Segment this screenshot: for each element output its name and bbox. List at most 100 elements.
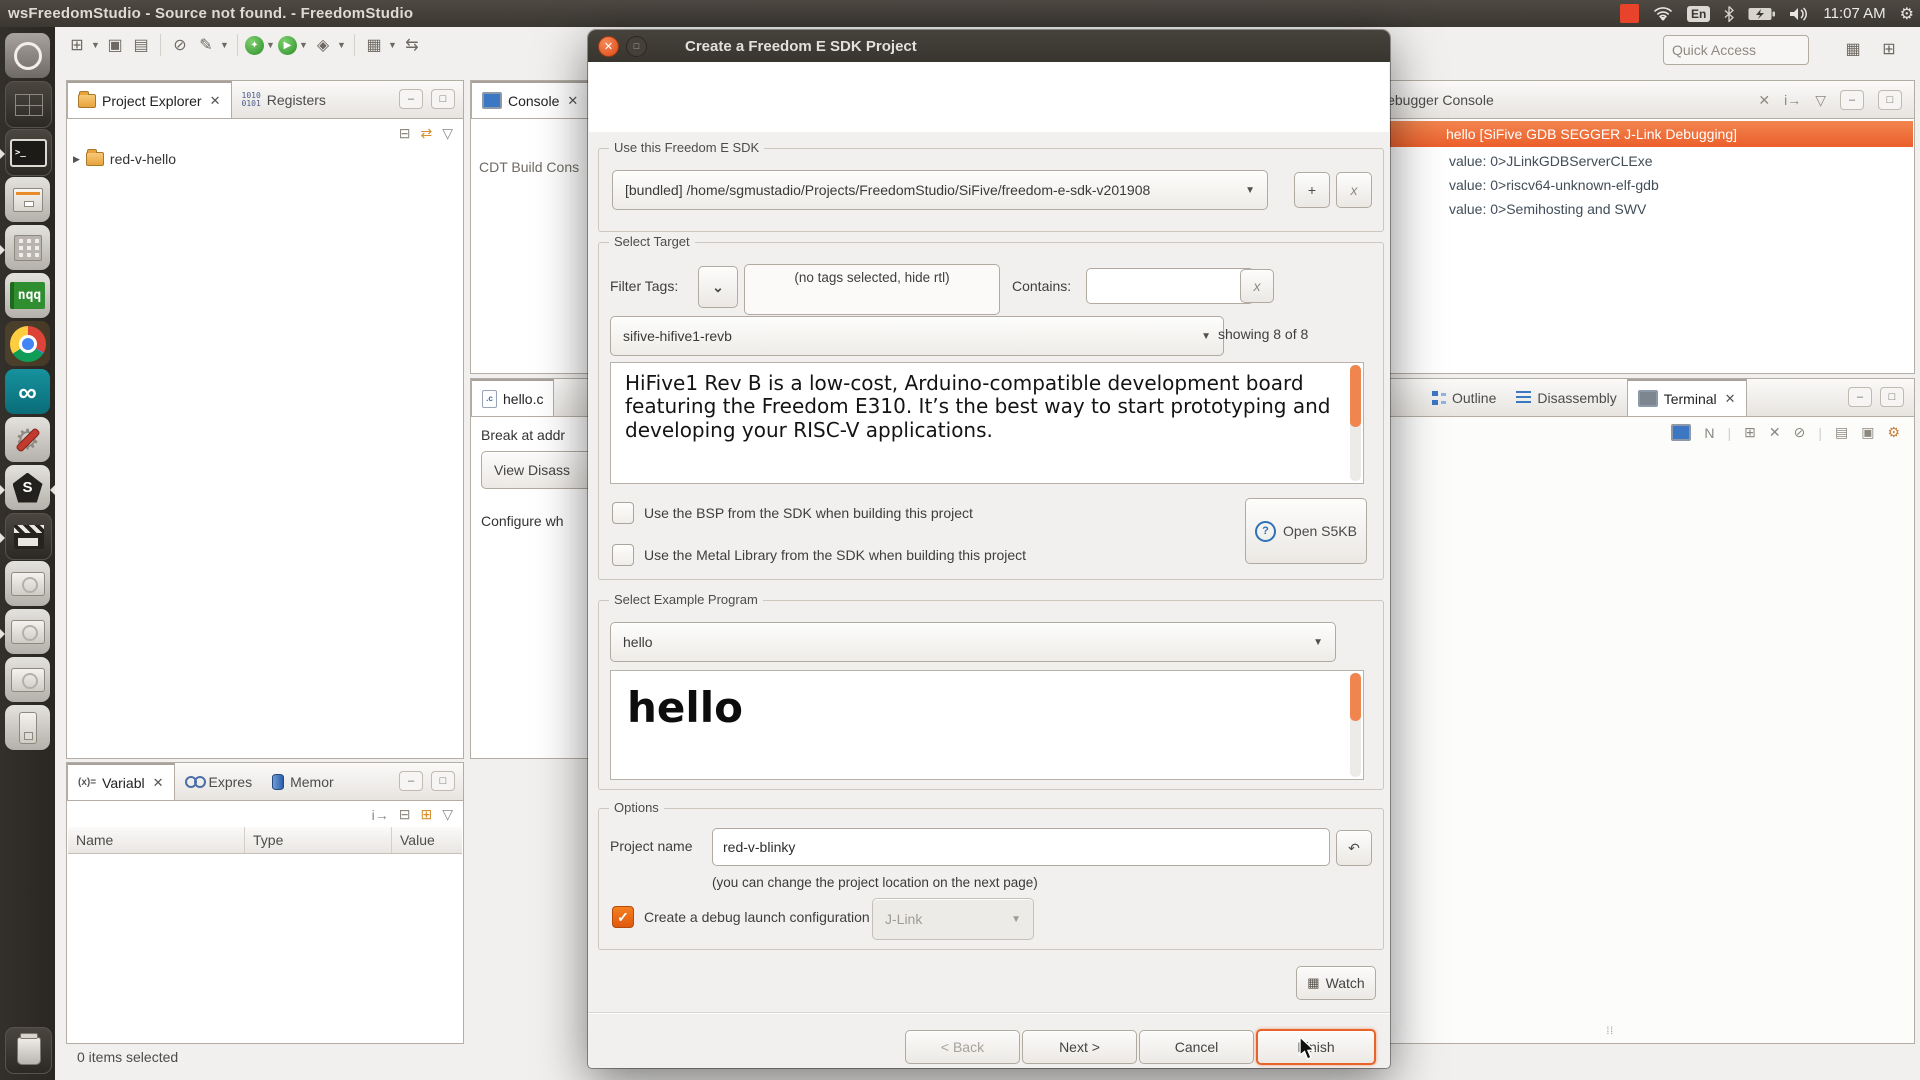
tab-console[interactable]: Console ✕ xyxy=(471,81,589,118)
minimize-icon[interactable]: – xyxy=(399,771,423,791)
battery-icon[interactable] xyxy=(1748,7,1775,21)
clock[interactable]: 11:07 AM xyxy=(1823,5,1885,22)
close-icon[interactable]: ✕ xyxy=(1725,391,1736,407)
tab-disassembly[interactable]: Disassembly xyxy=(1506,379,1626,416)
debug-icon[interactable]: ✦ xyxy=(245,36,264,55)
tab-expressions[interactable]: Expres xyxy=(175,763,263,800)
scrollbar-thumb[interactable] xyxy=(1350,673,1361,721)
launcher-hard-disk-3-icon[interactable] xyxy=(5,657,50,702)
tab-variables[interactable]: (x)= Variabl ✕ xyxy=(67,763,175,800)
watch-button[interactable]: ▦ Watch xyxy=(1296,966,1376,1000)
remove-all-icon[interactable]: ✕ xyxy=(1758,92,1770,109)
tree-expand-icon[interactable]: ▶ xyxy=(73,154,80,165)
close-icon[interactable]: ✕ xyxy=(153,775,164,791)
new-project-dropdown-icon[interactable]: ▼ xyxy=(388,40,398,50)
debug-launch-checkbox-label[interactable]: Create a debug launch configuration for xyxy=(644,909,890,925)
launcher-hard-disk-1-icon[interactable] xyxy=(5,561,50,606)
tab-project-explorer[interactable]: Project Explorer ✕ xyxy=(67,81,232,118)
new-terminal-view-icon[interactable]: ⊞ xyxy=(1744,424,1756,441)
launcher-calculator-icon[interactable] xyxy=(5,225,50,270)
run-dropdown-icon[interactable]: ▼ xyxy=(299,40,309,50)
column-value[interactable]: Value xyxy=(392,827,462,853)
launcher-trash-icon[interactable] xyxy=(5,1027,52,1074)
minimize-icon[interactable]: – xyxy=(399,89,423,109)
undo-project-name-button[interactable]: ↶ xyxy=(1336,830,1372,866)
cancel-button[interactable]: Cancel xyxy=(1139,1030,1254,1064)
launcher-usb-drive-icon[interactable] xyxy=(5,705,50,750)
view-menu-icon[interactable]: ▽ xyxy=(1815,92,1826,109)
tree-item-red-v-hello[interactable]: ▶ red-v-hello xyxy=(73,151,176,167)
minimize-icon[interactable]: – xyxy=(1840,90,1864,110)
add-watchpoint-icon[interactable]: ⊞ xyxy=(420,806,432,823)
launcher-tweak-tool-icon[interactable]: ⚙ xyxy=(5,417,50,462)
show-logical-icon[interactable]: i→ xyxy=(372,807,389,823)
volume-icon[interactable] xyxy=(1789,6,1809,22)
column-name[interactable]: Name xyxy=(68,827,245,853)
quick-access-box[interactable]: Quick Access xyxy=(1663,35,1809,65)
close-icon[interactable]: ✕ xyxy=(567,93,578,109)
next-button[interactable]: Next > xyxy=(1022,1030,1137,1064)
debug-row[interactable]: value: 0>Semihosting and SWV xyxy=(1449,197,1646,221)
swap-editor-icon[interactable]: ⇆ xyxy=(400,33,424,57)
launcher-arduino-icon[interactable]: ∞ xyxy=(5,369,50,414)
clear-sdk-button[interactable]: x xyxy=(1336,172,1372,208)
skip-breakpoints-icon[interactable]: ⊘ xyxy=(168,33,192,57)
session-gear-icon[interactable]: ⚙ xyxy=(1900,4,1914,24)
tab-outline[interactable]: Outline xyxy=(1422,379,1506,416)
launcher-freedom-studio-icon[interactable]: S xyxy=(5,465,50,510)
view-menu-icon[interactable]: ▽ xyxy=(442,125,453,142)
scrollbar-thumb[interactable] xyxy=(1350,365,1361,427)
perspective-icon[interactable]: ▦ xyxy=(1841,37,1865,61)
save-all-icon[interactable]: ▤ xyxy=(129,33,153,57)
collapse-all-icon[interactable]: ⊟ xyxy=(399,125,411,142)
maximize-icon[interactable]: □ xyxy=(1880,387,1904,407)
copy-icon[interactable]: ▤ xyxy=(1835,424,1848,441)
debug-row[interactable]: value: 0>riscv64-unknown-elf-gdb xyxy=(1449,173,1659,197)
example-scrollbar[interactable] xyxy=(1350,673,1361,777)
bluetooth-icon[interactable] xyxy=(1724,6,1734,22)
tab-registers[interactable]: 10100101 Registers xyxy=(232,81,336,118)
open-s5kb-button[interactable]: ? Open S5KB xyxy=(1245,498,1367,564)
collapse-all-icon[interactable]: ⊟ xyxy=(399,806,411,823)
link-editor-icon[interactable]: ⇄ xyxy=(420,125,432,142)
launcher-ubuntu-dash-icon[interactable] xyxy=(5,33,50,78)
column-type[interactable]: Type xyxy=(245,827,392,853)
run-icon[interactable]: ▶ xyxy=(278,36,297,55)
tab-terminal[interactable]: Terminal ✕ xyxy=(1627,379,1747,416)
description-scrollbar[interactable] xyxy=(1350,365,1361,481)
view-menu-icon[interactable]: ▽ xyxy=(442,806,453,823)
step-info-icon[interactable]: i→ xyxy=(1784,92,1801,108)
tab-hello-c[interactable]: .c hello.c xyxy=(471,379,554,416)
filter-tags-dropdown-button[interactable]: ⌄ xyxy=(698,266,738,308)
metal-library-checkbox[interactable] xyxy=(612,544,634,566)
back-button[interactable]: < Back xyxy=(905,1030,1020,1064)
resize-grip-dots[interactable]: ⁞⁞ xyxy=(1606,1026,1614,1037)
open-perspective-icon[interactable]: ⊞ xyxy=(1877,37,1901,61)
selected-tags-box[interactable]: (no tags selected, hide rtl) xyxy=(744,264,1000,315)
recording-indicator-icon[interactable] xyxy=(1620,4,1639,23)
maximize-icon[interactable]: □ xyxy=(431,89,455,109)
contains-input[interactable] xyxy=(1086,268,1254,304)
target-board-combo[interactable]: sifive-hifive1-revb ▼ xyxy=(610,316,1224,356)
keyboard-layout-indicator[interactable]: En xyxy=(1687,6,1710,22)
settings-icon[interactable]: ⚙ xyxy=(1887,424,1900,441)
add-sdk-button[interactable]: + xyxy=(1294,172,1330,208)
bsp-checkbox-label[interactable]: Use the BSP from the SDK when building t… xyxy=(644,505,973,521)
new-wizard-dropdown-icon[interactable]: ▼ xyxy=(91,40,101,50)
dialog-minimize-icon[interactable]: □ xyxy=(626,36,647,57)
wifi-icon[interactable] xyxy=(1653,6,1673,22)
edit-dropdown-icon[interactable]: ▼ xyxy=(220,40,230,50)
metal-library-checkbox-label[interactable]: Use the Metal Library from the SDK when … xyxy=(644,547,1026,563)
edit-icon[interactable]: ✎ xyxy=(194,33,218,57)
external-tools-dropdown-icon[interactable]: ▼ xyxy=(337,40,347,50)
launcher-terminal-icon[interactable]: >_ xyxy=(5,129,52,176)
new-wizard-icon[interactable]: ⊞ xyxy=(65,33,89,57)
debug-config-combo[interactable]: J-Link ▼ xyxy=(872,898,1034,940)
save-icon[interactable]: ▣ xyxy=(103,33,127,57)
project-name-input[interactable]: red-v-blinky xyxy=(712,828,1330,866)
tab-memory[interactable]: Memor xyxy=(262,763,344,800)
example-program-combo[interactable]: hello ▼ xyxy=(610,622,1336,662)
external-tools-icon[interactable]: ◈ xyxy=(311,33,335,57)
launcher-notepadqq-icon[interactable]: nqq xyxy=(5,273,50,318)
debug-dropdown-icon[interactable]: ▼ xyxy=(266,40,276,50)
